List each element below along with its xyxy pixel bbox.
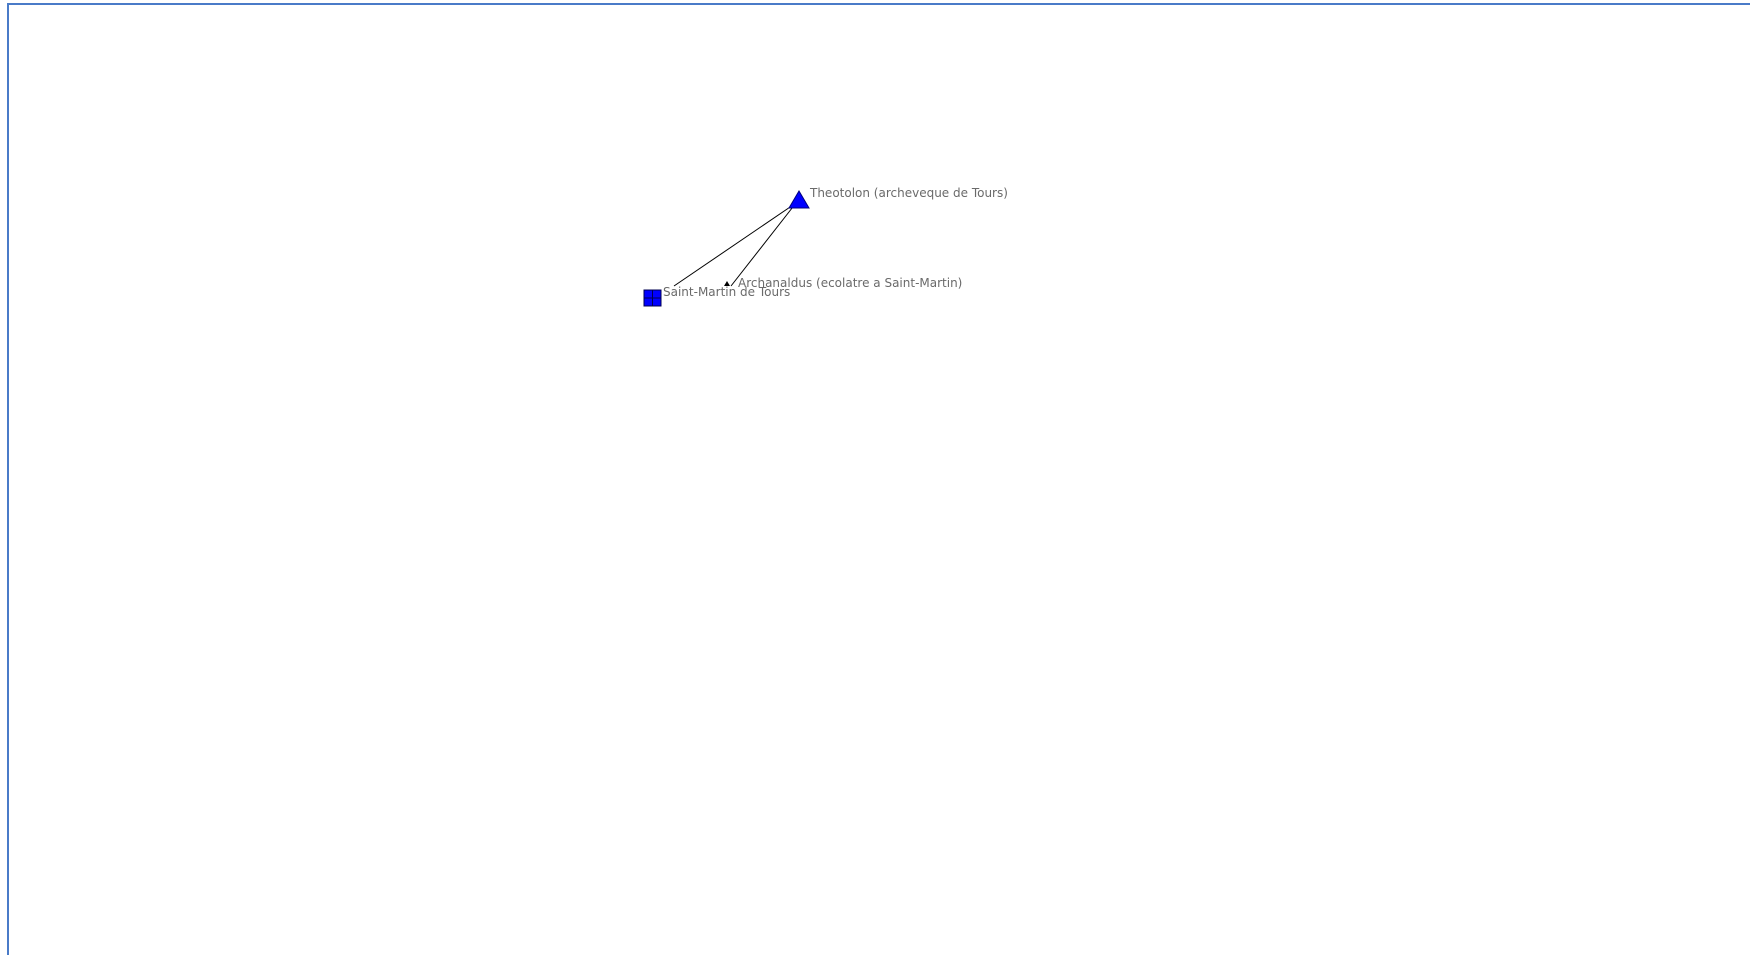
node-theotolon-label: Theotolon (archeveque de Tours) [809,186,1008,200]
node-theotolon-triangle-icon[interactable] [788,190,810,209]
network-graph: Theotolon (archeveque de Tours) Archanal… [643,186,1008,307]
node-saint-martin-square-icon[interactable] [643,289,662,307]
edge-theotolon-archanaldus [730,202,797,287]
node-saint-martin-label: Saint-Martin de Tours [663,285,790,299]
edge-theotolon-saint-martin [673,202,797,287]
